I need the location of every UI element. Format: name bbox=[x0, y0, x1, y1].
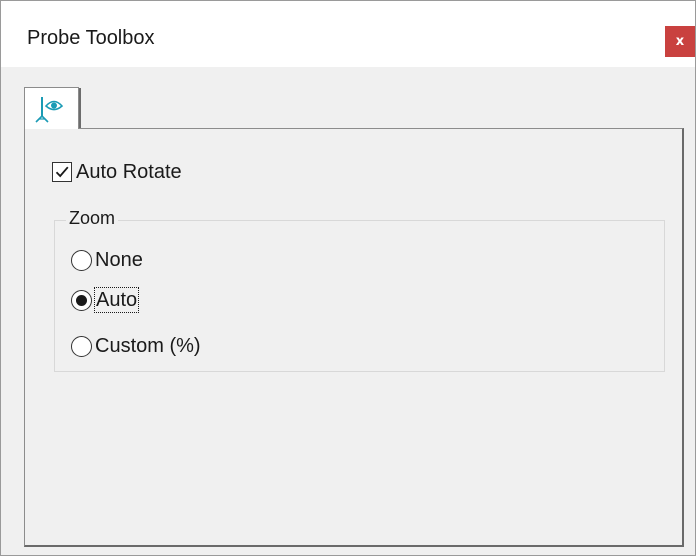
zoom-option-none[interactable]: None bbox=[71, 248, 143, 272]
auto-rotate-option[interactable]: Auto Rotate bbox=[52, 160, 182, 184]
zoom-custom-label: Custom (%) bbox=[95, 335, 201, 357]
auto-rotate-checkbox[interactable] bbox=[52, 162, 72, 182]
zoom-auto-radio[interactable] bbox=[71, 289, 92, 311]
zoom-option-custom[interactable]: Custom (%) bbox=[71, 334, 201, 358]
auto-rotate-label: Auto Rotate bbox=[76, 161, 182, 183]
zoom-custom-radio[interactable] bbox=[71, 335, 92, 357]
close-button[interactable]: x bbox=[665, 26, 695, 57]
checkmark-icon bbox=[55, 166, 69, 178]
zoom-none-radio[interactable] bbox=[71, 249, 92, 271]
title-bar: Probe Toolbox x bbox=[1, 1, 695, 67]
zoom-option-auto[interactable]: Auto bbox=[71, 287, 140, 313]
close-icon: x bbox=[675, 34, 685, 49]
window-title: Probe Toolbox bbox=[27, 27, 155, 49]
probe-eye-icon bbox=[35, 97, 64, 123]
zoom-auto-label: Auto bbox=[93, 287, 140, 313]
zoom-group-title: Zoom bbox=[66, 207, 119, 229]
tab-edge bbox=[79, 88, 81, 128]
tab-probe-view[interactable] bbox=[24, 87, 79, 129]
zoom-none-label: None bbox=[95, 249, 143, 271]
